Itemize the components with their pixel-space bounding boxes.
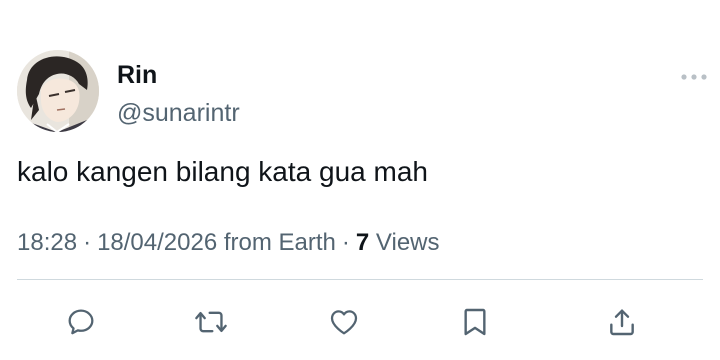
display-name[interactable]: Rin xyxy=(117,60,157,90)
anime-character-avatar-icon xyxy=(17,50,99,132)
tweet-text: kalo kangen bilang kata gua mah xyxy=(17,156,428,187)
heart-icon xyxy=(330,310,358,335)
retweet-button[interactable] xyxy=(189,300,233,344)
meta-separator: · xyxy=(341,229,350,256)
views-count[interactable]: 7 xyxy=(356,229,369,256)
tweet-source: from Earth xyxy=(223,229,336,256)
tweet-date[interactable]: 18/04/2026 xyxy=(97,229,217,256)
user-handle[interactable]: @sunarintr xyxy=(117,98,240,128)
meta-separator: · xyxy=(83,229,92,256)
bookmark-icon xyxy=(464,308,486,336)
tweet-meta: 18:28 · 18/04/2026 from Earth · 7 Views xyxy=(17,228,440,258)
bookmark-button[interactable] xyxy=(453,300,497,344)
avatar[interactable] xyxy=(17,50,99,132)
more-horizontal-icon xyxy=(681,74,707,80)
share-icon xyxy=(610,309,634,336)
action-bar xyxy=(0,300,720,344)
views-label[interactable]: Views xyxy=(376,229,440,256)
like-button[interactable] xyxy=(322,300,366,344)
divider xyxy=(17,279,703,280)
tweet-time[interactable]: 18:28 xyxy=(17,229,77,256)
retweet-icon xyxy=(195,311,227,333)
share-button[interactable] xyxy=(600,300,644,344)
reply-button[interactable] xyxy=(59,300,103,344)
tweet-card: Rin @sunarintr kalo kangen bilang kata g… xyxy=(0,0,720,360)
reply-icon xyxy=(68,309,94,335)
more-options-button[interactable] xyxy=(676,66,712,88)
